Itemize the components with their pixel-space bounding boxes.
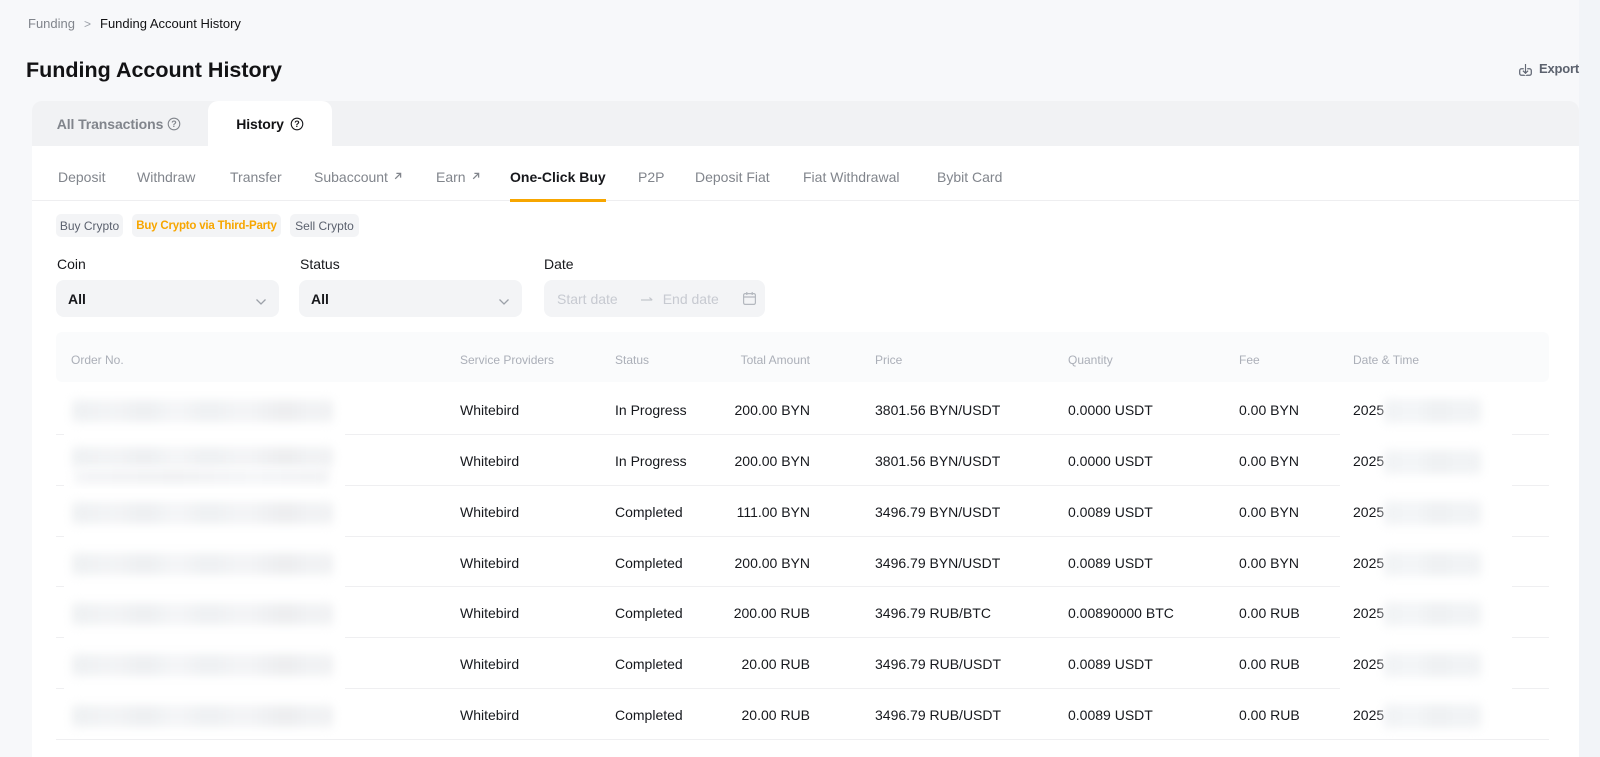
svg-text:?: ? xyxy=(294,119,299,129)
svg-text:?: ? xyxy=(172,119,177,129)
